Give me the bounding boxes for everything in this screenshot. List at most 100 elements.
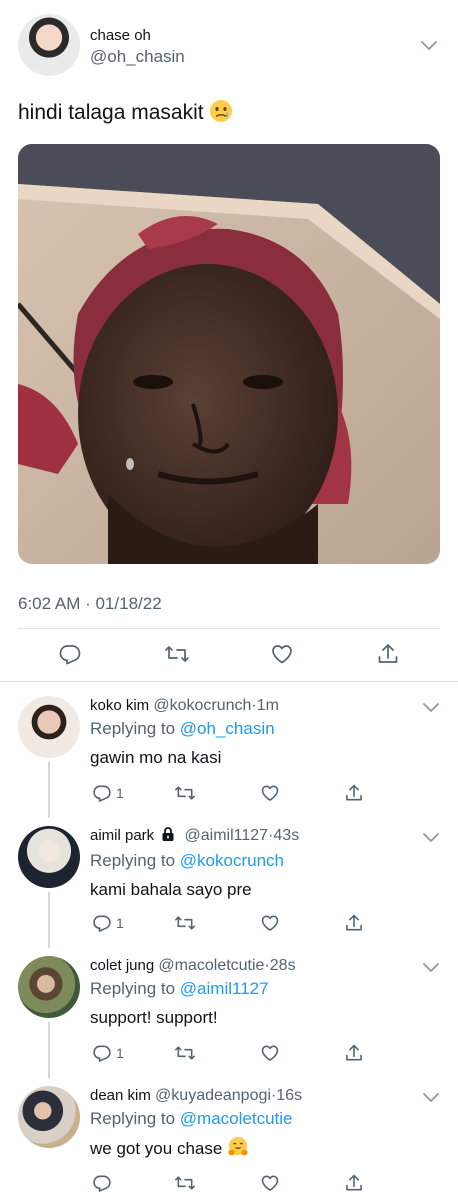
chevron-down-icon[interactable] [422,1088,440,1106]
thread-line [48,762,50,818]
reply-actions: 1 [90,1038,380,1062]
reply-body: koko kim @kokocrunch·1m Replying to @oh_… [90,696,440,770]
author-avatar[interactable] [18,14,80,76]
reply-author-handle[interactable]: @aimil1127 [185,827,269,844]
retweet-button[interactable] [174,1038,196,1068]
reply-icon [93,1045,111,1062]
avatar[interactable] [18,1086,80,1148]
reply-button[interactable]: 1 [92,908,124,938]
share-button[interactable] [344,1168,364,1198]
reply-actions: 1 [90,778,380,802]
avatar[interactable] [18,826,80,888]
avatar[interactable] [18,696,80,758]
reply-count: 1 [116,785,124,801]
replying-to-link[interactable]: @oh_chasin [180,719,275,738]
chevron-down-icon[interactable] [422,958,440,976]
tweet-photo[interactable] [18,144,440,564]
replying-to: Replying to @aimil1127 [90,978,440,1000]
avatar[interactable] [18,956,80,1018]
divider [0,681,458,682]
share-icon [346,784,362,801]
reply-header: koko kim @kokocrunch·1m [90,696,440,716]
replying-to-link[interactable]: @aimil1127 [180,979,269,998]
retweet-button[interactable] [174,908,196,938]
like-button[interactable] [270,639,294,669]
face-holding-back-tears-emoji [209,99,233,132]
reply-author-name[interactable]: colet jung [90,957,154,974]
retweet-icon [175,1176,195,1190]
share-button[interactable] [344,778,364,808]
retweet-button[interactable] [164,639,190,669]
share-button[interactable] [376,639,400,669]
reply-text-content: we got you chase [90,1139,223,1158]
author-name[interactable]: chase oh [90,26,185,46]
main-tweet-header: chase oh @oh_chasin [18,14,440,78]
replying-to: Replying to @kokocrunch [90,850,440,872]
share-icon [346,1044,362,1061]
like-icon [261,1045,279,1061]
replying-to-label: Replying to [90,979,176,998]
like-button[interactable] [260,778,280,808]
reply-time[interactable]: 1m [257,697,279,714]
reply-icon [93,785,111,802]
author-handle[interactable]: @oh_chasin [90,46,185,68]
reply-author-name[interactable]: koko kim [90,697,149,714]
reply-button[interactable] [92,1168,116,1198]
reply-text: gawin mo na kasi [90,748,222,767]
replying-to-label: Replying to [90,719,176,738]
reply-time[interactable]: 16s [276,1087,302,1104]
hugging-face-emoji [227,1136,249,1165]
reply-body: colet jung @macoletcutie·28s Replying to… [90,956,440,1030]
share-button[interactable] [344,908,364,938]
like-icon [272,645,292,664]
replying-to-link[interactable]: @kokocrunch [180,851,284,870]
reply-text: we got you chase [90,1136,440,1165]
chevron-down-icon[interactable] [420,36,438,54]
share-icon [378,644,398,663]
replying-to: Replying to @macoletcutie [90,1108,440,1130]
author-names[interactable]: chase oh @oh_chasin [90,26,185,68]
reply-actions [90,1168,380,1192]
lock-icon [160,826,176,848]
share-icon [346,914,362,931]
tweet-timestamp[interactable]: 6:02 AM · 01/18/22 [18,594,162,614]
reply-author-handle[interactable]: @kokocrunch [153,697,251,714]
retweet-button[interactable] [174,1168,196,1198]
reply-button[interactable]: 1 [92,1038,124,1068]
reply-icon [93,915,111,932]
reply-author-handle[interactable]: @macoletcutie [158,957,264,974]
chevron-down-icon[interactable] [422,828,440,846]
reply-text: kami bahala sayo pre [90,880,252,899]
retweet-button[interactable] [174,778,196,808]
reply-button[interactable] [58,639,82,669]
like-button[interactable] [260,908,280,938]
retweet-icon [165,646,189,662]
reply-icon [93,1175,111,1192]
share-button[interactable] [344,1038,364,1068]
reply-author-handle[interactable]: @kuyadeanpogi [155,1087,271,1104]
replying-to-label: Replying to [90,851,176,870]
replying-to-label: Replying to [90,1109,176,1128]
thread-line [48,892,50,948]
reply-body: aimil park @aimil1127·43s Replying to @k… [90,826,440,902]
reply-count: 1 [116,915,124,931]
like-icon [261,1175,279,1191]
tweet-text: hindi talaga masakit [18,98,233,132]
chevron-down-icon[interactable] [422,698,440,716]
reply-author-name[interactable]: aimil park [90,827,154,844]
tweet-actions [18,639,440,669]
reply-body: dean kim @kuyadeanpogi·16s Replying to @… [90,1086,440,1165]
reply-author-name[interactable]: dean kim [90,1087,151,1104]
retweet-icon [175,786,195,800]
replying-to-link[interactable]: @macoletcutie [180,1109,293,1128]
reply-time[interactable]: 28s [270,957,296,974]
like-button[interactable] [260,1038,280,1068]
reply-header: aimil park @aimil1127·43s [90,826,440,848]
like-button[interactable] [260,1168,280,1198]
reply-header: colet jung @macoletcutie·28s [90,956,440,976]
reply-icon [59,645,81,665]
reply-time[interactable]: 43s [273,827,299,844]
reply-header: dean kim @kuyadeanpogi·16s [90,1086,440,1106]
reply-button[interactable]: 1 [92,778,124,808]
retweet-icon [175,1046,195,1060]
